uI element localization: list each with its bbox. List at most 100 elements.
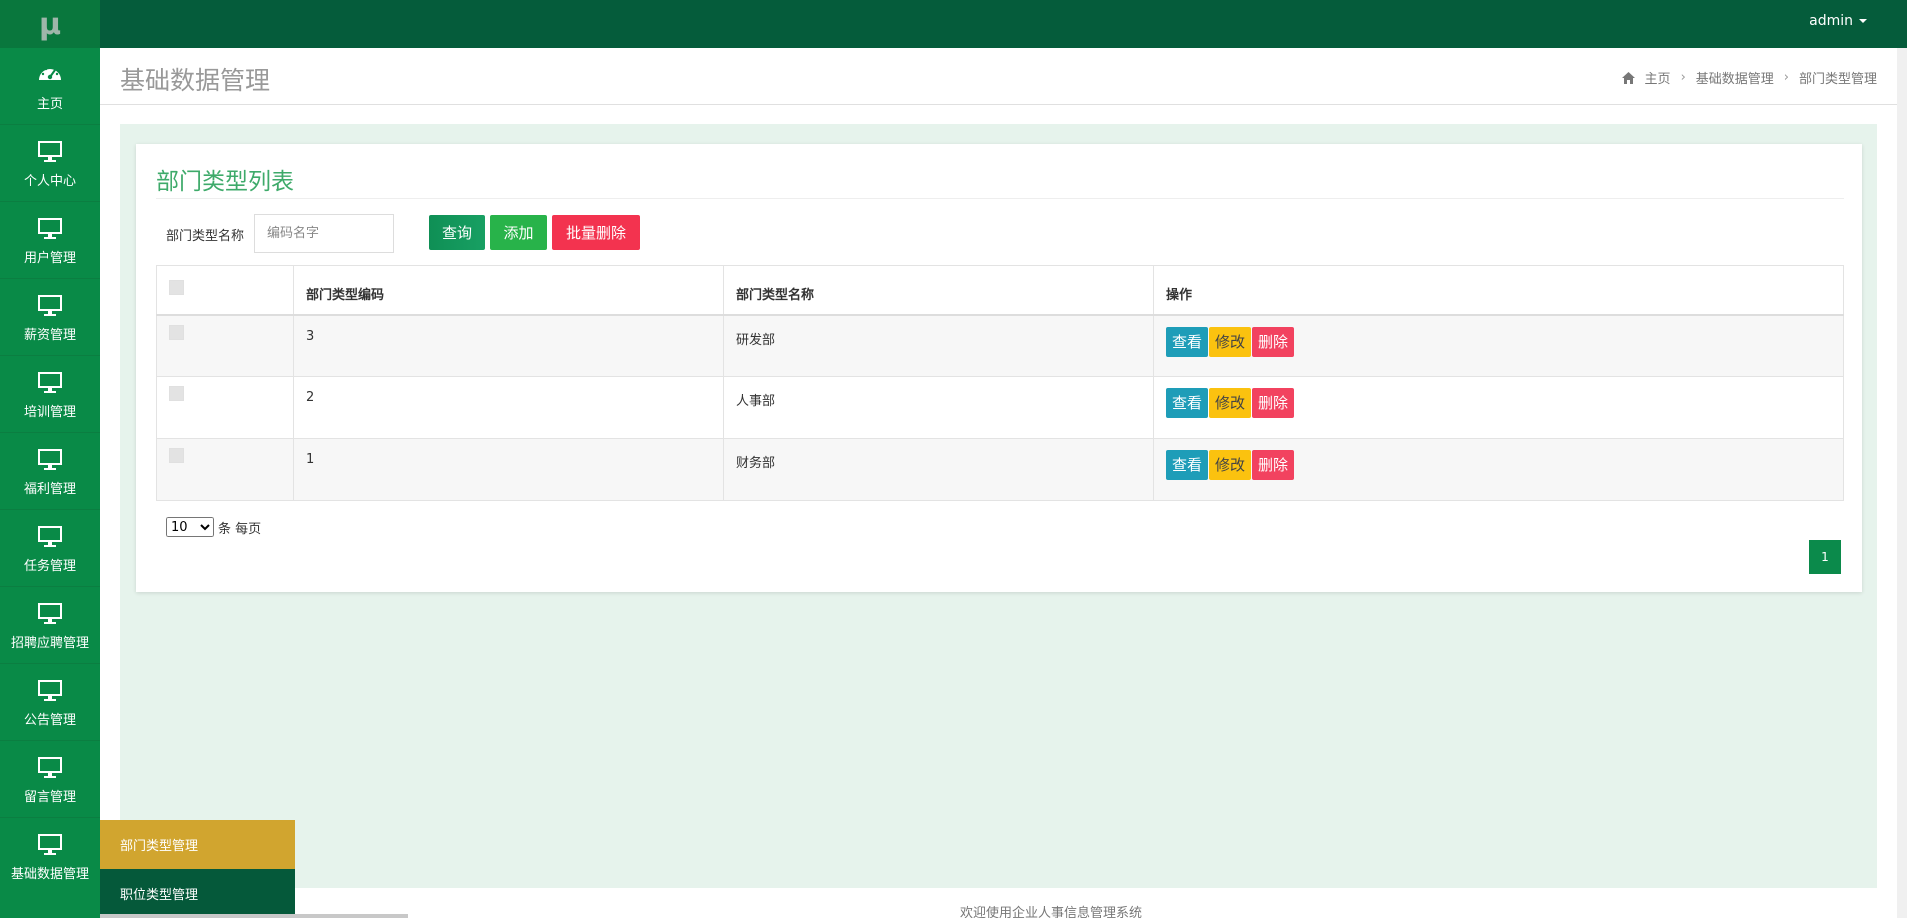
- sidebar-item-label: 任务管理: [23, 558, 76, 574]
- sidebar-item-messages[interactable]: 留言管理: [0, 741, 100, 818]
- cell-code: 2: [293, 376, 724, 439]
- sidebar-item-basic-data[interactable]: 基础数据管理: [0, 818, 100, 895]
- breadcrumb: 主页 › 基础数据管理 › 部门类型管理: [1621, 68, 1877, 87]
- home-icon: [1621, 71, 1635, 84]
- monitor-icon: [38, 217, 62, 239]
- per-page-label: 条 每页: [218, 521, 262, 537]
- monitor-icon: [38, 448, 62, 470]
- sidebar: μ 主页 个人中心 用户管理 薪资管理 培训管理 福利管理 任务管理 招聘应聘管…: [0, 0, 100, 918]
- sidebar-item-label: 留言管理: [23, 789, 76, 805]
- monitor-icon: [38, 834, 62, 855]
- monitor-icon: [38, 525, 62, 547]
- delete-button[interactable]: 删除: [1252, 326, 1295, 357]
- cell-actions: 查看 修改 删除: [1153, 376, 1844, 439]
- row-checkbox-cell: [156, 314, 294, 377]
- select-all-checkbox[interactable]: [169, 280, 184, 295]
- monitor-icon: [38, 756, 62, 778]
- caret-down-icon: [1859, 19, 1867, 23]
- sidebar-item-label: 薪资管理: [23, 327, 76, 343]
- edit-button[interactable]: 修改: [1209, 450, 1252, 480]
- edit-button[interactable]: 修改: [1209, 326, 1252, 357]
- user-name: admin: [1809, 13, 1853, 29]
- row-checkbox[interactable]: [169, 324, 184, 340]
- sidebar-item-label: 用户管理: [23, 250, 76, 266]
- submenu-item-position-type[interactable]: 职位类型管理: [100, 869, 295, 918]
- header-code: 部门类型编码: [293, 265, 724, 316]
- sidebar-item-tasks[interactable]: 任务管理: [0, 510, 100, 587]
- submenu-item-department-type[interactable]: 部门类型管理: [100, 820, 295, 869]
- edit-button[interactable]: 修改: [1209, 388, 1252, 418]
- divider: [156, 198, 1844, 199]
- submenu-basic-data: 部门类型管理 职位类型管理: [100, 820, 295, 918]
- monitor-icon: [38, 371, 62, 393]
- query-button[interactable]: 查询: [429, 215, 485, 250]
- table-row: 2 人事部 查看 修改 删除: [156, 376, 1844, 439]
- sidebar-item-label: 招聘应聘管理: [10, 635, 89, 651]
- sidebar-item-label: 基础数据管理: [10, 867, 89, 882]
- table-row: 3 研发部 查看 修改 删除: [156, 314, 1844, 377]
- user-menu[interactable]: admin: [1809, 13, 1867, 29]
- dashboard-icon: [39, 65, 61, 80]
- page-button-current[interactable]: 1: [1809, 540, 1841, 574]
- cell-actions: 查看 修改 删除: [1153, 314, 1844, 377]
- footer-text: 欢迎使用企业人事信息管理系统: [960, 906, 1143, 918]
- header-checkbox-cell: [156, 265, 294, 316]
- card-title: 部门类型列表: [156, 169, 294, 195]
- sidebar-item-announcements[interactable]: 公告管理: [0, 664, 100, 741]
- sidebar-item-label: 福利管理: [23, 481, 76, 497]
- page-title: 基础数据管理: [120, 66, 271, 95]
- cell-name: 人事部: [723, 376, 1154, 439]
- data-table: 部门类型编码 部门类型名称 操作 3 研发部 查看 修改 删除 2 人事部 查看…: [156, 265, 1844, 501]
- content-area: 部门类型列表 部门类型名称 查询 添加 批量删除 部门类型编码 部门类型名称 操…: [120, 124, 1877, 888]
- chevron-right-icon: ›: [1783, 70, 1789, 85]
- search-label: 部门类型名称: [166, 229, 245, 244]
- header-name: 部门类型名称: [723, 265, 1154, 316]
- cell-name: 财务部: [723, 438, 1154, 501]
- horizontal-scrollbar[interactable]: [100, 914, 408, 918]
- sidebar-item-welfare[interactable]: 福利管理: [0, 433, 100, 510]
- sidebar-item-training[interactable]: 培训管理: [0, 356, 100, 433]
- sidebar-item-label: 个人中心: [23, 173, 76, 189]
- search-input[interactable]: [254, 214, 394, 253]
- view-button[interactable]: 查看: [1166, 450, 1209, 480]
- header-actions: 操作: [1153, 265, 1844, 316]
- table-row: 1 财务部 查看 修改 删除: [156, 438, 1844, 501]
- list-card: 部门类型列表 部门类型名称 查询 添加 批量删除 部门类型编码 部门类型名称 操…: [136, 144, 1862, 592]
- monitor-icon: [38, 602, 62, 624]
- delete-button[interactable]: 删除: [1252, 450, 1295, 480]
- monitor-icon: [38, 679, 62, 701]
- breadcrumb-current: 部门类型管理: [1798, 72, 1877, 87]
- sidebar-item-users[interactable]: 用户管理: [0, 202, 100, 279]
- add-button[interactable]: 添加: [490, 215, 547, 250]
- batch-delete-button[interactable]: 批量删除: [552, 215, 640, 250]
- row-checkbox-cell: [156, 376, 294, 439]
- cell-actions: 查看 修改 删除: [1153, 438, 1844, 501]
- cell-code: 1: [293, 438, 724, 501]
- sidebar-item-label: 公告管理: [23, 712, 76, 728]
- monitor-icon: [38, 140, 62, 162]
- sidebar-item-recruitment[interactable]: 招聘应聘管理: [0, 587, 100, 664]
- breadcrumb-basic-data[interactable]: 基础数据管理: [1696, 68, 1774, 87]
- row-checkbox[interactable]: [169, 386, 184, 401]
- cell-code: 3: [293, 314, 724, 377]
- page-size-select[interactable]: 10: [166, 517, 214, 537]
- table-header-row: 部门类型编码 部门类型名称 操作: [156, 265, 1844, 316]
- vertical-scrollbar[interactable]: [1897, 48, 1907, 918]
- chevron-right-icon: ›: [1680, 70, 1686, 85]
- cell-name: 研发部: [723, 314, 1154, 377]
- page-header: 基础数据管理 主页 › 基础数据管理 › 部门类型管理: [100, 48, 1897, 105]
- sidebar-item-label: 主页: [36, 96, 63, 112]
- view-button[interactable]: 查看: [1166, 388, 1209, 418]
- page-size-control: 10 条 每页: [166, 517, 261, 537]
- topbar: admin: [100, 0, 1907, 48]
- logo: μ: [0, 0, 100, 48]
- sidebar-item-home[interactable]: 主页: [0, 48, 100, 125]
- monitor-icon: [38, 294, 62, 316]
- view-button[interactable]: 查看: [1166, 326, 1209, 357]
- delete-button[interactable]: 删除: [1252, 388, 1295, 418]
- row-checkbox-cell: [156, 438, 294, 501]
- row-checkbox[interactable]: [169, 448, 184, 463]
- sidebar-item-profile[interactable]: 个人中心: [0, 125, 100, 202]
- sidebar-item-salary[interactable]: 薪资管理: [0, 279, 100, 356]
- breadcrumb-home[interactable]: 主页: [1645, 68, 1671, 87]
